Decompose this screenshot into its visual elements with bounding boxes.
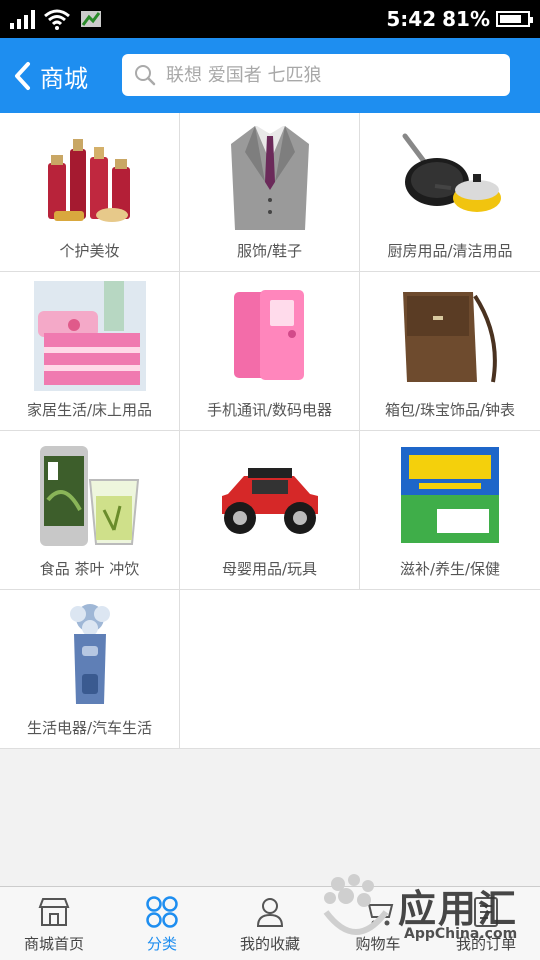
category-label: 服饰/鞋子 <box>236 242 303 260</box>
bag-image <box>390 280 510 392</box>
tab-label: 分类 <box>146 935 177 953</box>
search-input[interactable] <box>166 64 486 86</box>
category-row: 个护美妆 服饰/鞋子 厨房用品/清洁用品 <box>0 113 540 272</box>
shaver-image <box>30 598 150 710</box>
cookware-image <box>390 121 510 233</box>
category-label: 厨房用品/清洁用品 <box>387 242 513 260</box>
phone-image <box>210 280 330 392</box>
category-row: 家居生活/床上用品 手机通讯/数码电器 箱包/珠宝饰品/钟表 <box>0 272 540 431</box>
category-label: 个护美妆 <box>59 242 120 260</box>
toy-car-image <box>210 439 330 551</box>
empty-cell <box>180 590 360 748</box>
tab-cart[interactable]: 购物车 <box>324 887 432 960</box>
category-label: 滋补/养生/保健 <box>399 560 501 578</box>
search-box[interactable] <box>122 54 510 96</box>
tab-store-home[interactable]: 商城首页 <box>0 887 108 960</box>
tab-favorites[interactable]: 我的收藏 <box>216 887 324 960</box>
category-bags[interactable]: 箱包/珠宝饰品/钟表 <box>360 272 540 430</box>
search-icon <box>135 65 156 86</box>
chevron-left-icon <box>15 62 30 90</box>
category-label: 母婴用品/玩具 <box>221 560 318 578</box>
tab-category[interactable]: 分类 <box>108 887 216 960</box>
bedding-image <box>30 280 150 392</box>
tab-orders[interactable]: 我的订单 <box>432 887 540 960</box>
clock: 5:42 <box>386 7 437 31</box>
notification-icon <box>81 11 101 27</box>
header-title: 商城 <box>40 64 88 93</box>
category-food[interactable]: 食品 茶叶 冲饮 <box>0 431 180 589</box>
category-phones[interactable]: 手机通讯/数码电器 <box>180 272 360 430</box>
category-label: 手机通讯/数码电器 <box>206 401 333 419</box>
category-baby-toys[interactable]: 母婴用品/玩具 <box>180 431 360 589</box>
tea-image <box>30 439 150 551</box>
category-label: 生活电器/汽车生活 <box>26 719 153 737</box>
cart-icon <box>358 895 398 929</box>
category-cosmetics[interactable]: 个护美妆 <box>0 113 180 271</box>
category-row: 生活电器/汽车生活 <box>0 590 540 749</box>
category-label: 家居生活/床上用品 <box>26 401 153 419</box>
tab-label: 我的收藏 <box>239 935 300 953</box>
suit-image <box>210 121 330 233</box>
category-health[interactable]: 滋补/养生/保健 <box>360 431 540 589</box>
category-kitchen[interactable]: 厨房用品/清洁用品 <box>360 113 540 271</box>
bottom-tab-bar: 商城首页 分类 我的收藏 购物车 我的订单 <box>0 886 540 960</box>
category-label: 食品 茶叶 冲饮 <box>39 560 140 578</box>
favorites-icon <box>250 895 290 929</box>
status-right: 5:42 81% <box>386 6 533 32</box>
store-icon <box>34 895 74 929</box>
battery-percent: 81% <box>442 7 490 31</box>
category-row: 食品 茶叶 冲饮 母婴用品/玩具 滋补/养生/保健 <box>0 431 540 590</box>
back-button[interactable]: 商城 <box>12 56 88 96</box>
tab-label: 购物车 <box>355 935 401 953</box>
wifi-icon <box>44 9 70 30</box>
status-left <box>10 6 103 32</box>
empty-cell <box>360 590 540 748</box>
tab-label: 商城首页 <box>23 935 84 953</box>
battery-icon <box>496 11 533 27</box>
orders-icon <box>466 895 506 929</box>
category-grid: 个护美妆 服饰/鞋子 厨房用品/清洁用品 家居生活/床上用品 手机通讯/数码电器… <box>0 113 540 749</box>
cosmetics-image <box>30 121 150 233</box>
category-label: 箱包/珠宝饰品/钟表 <box>384 401 516 419</box>
app-header: 商城 <box>0 38 540 113</box>
status-bar: 5:42 81% <box>0 0 540 38</box>
category-appliances[interactable]: 生活电器/汽车生活 <box>0 590 180 748</box>
category-clothing[interactable]: 服饰/鞋子 <box>180 113 360 271</box>
tab-label: 我的订单 <box>455 935 516 953</box>
signal-icon <box>10 9 35 29</box>
health-box-image <box>390 439 510 551</box>
category-home[interactable]: 家居生活/床上用品 <box>0 272 180 430</box>
category-icon <box>142 895 182 929</box>
